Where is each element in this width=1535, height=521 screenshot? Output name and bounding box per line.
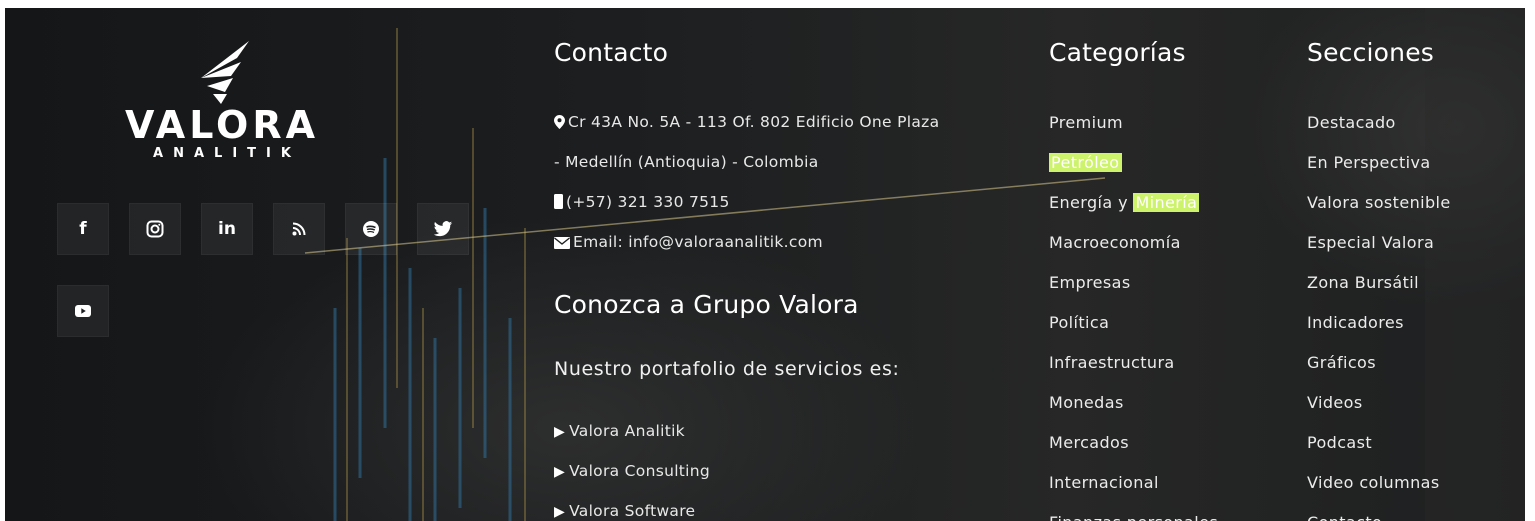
seccion-en-perspectiva[interactable]: En Perspectiva bbox=[1307, 152, 1431, 174]
seccion-zona-bursatil[interactable]: Zona Bursátil bbox=[1307, 272, 1419, 294]
rss-button[interactable] bbox=[273, 203, 325, 255]
seccion-destacado[interactable]: Destacado bbox=[1307, 112, 1396, 134]
seccion-podcast[interactable]: Podcast bbox=[1307, 432, 1372, 454]
instagram-icon bbox=[146, 220, 164, 238]
categoria-empresas[interactable]: Empresas bbox=[1049, 272, 1131, 294]
categoria-politica[interactable]: Política bbox=[1049, 312, 1109, 334]
youtube-icon bbox=[75, 305, 91, 317]
categoria-petroleo[interactable]: Petróleo bbox=[1049, 152, 1122, 174]
contacto-title: Contacto bbox=[554, 38, 669, 67]
address-line-2: - Medellín (Antioquia) - Colombia bbox=[554, 153, 819, 171]
grupo-item-software[interactable]: ▶ Valora Software bbox=[554, 502, 695, 520]
brand-logo[interactable]: VALORA ANALITIK bbox=[117, 38, 327, 161]
play-arrow-icon: ▶ bbox=[554, 424, 566, 440]
seccion-contacto[interactable]: Contacto bbox=[1307, 512, 1382, 521]
envelope-icon bbox=[554, 237, 570, 249]
phone-icon bbox=[554, 194, 563, 209]
categoria-macroeconomia[interactable]: Macroeconomía bbox=[1049, 232, 1181, 254]
categoria-mercados[interactable]: Mercados bbox=[1049, 432, 1129, 454]
categoria-monedas[interactable]: Monedas bbox=[1049, 392, 1124, 414]
grupo-subtitle: Nuestro portafolio de servicios es: bbox=[554, 358, 900, 380]
secciones-title: Secciones bbox=[1307, 38, 1435, 67]
logo-mark-icon bbox=[201, 41, 249, 104]
seccion-videos[interactable]: Videos bbox=[1307, 392, 1363, 414]
categoria-infraestructura[interactable]: Infraestructura bbox=[1049, 352, 1175, 374]
grupo-item-analitik[interactable]: ▶ Valora Analitik bbox=[554, 422, 685, 440]
linkedin-button[interactable]: in bbox=[201, 203, 253, 255]
facebook-icon: f bbox=[79, 219, 87, 239]
facebook-button[interactable]: f bbox=[57, 203, 109, 255]
categoria-finanzas[interactable]: Finanzas personales bbox=[1049, 512, 1218, 521]
spotify-icon bbox=[363, 221, 379, 237]
spotify-button[interactable] bbox=[345, 203, 397, 255]
categoria-internacional[interactable]: Internacional bbox=[1049, 472, 1159, 494]
seccion-valora-sostenible[interactable]: Valora sostenible bbox=[1307, 192, 1451, 214]
play-arrow-icon: ▶ bbox=[554, 504, 566, 520]
twitter-button[interactable] bbox=[417, 203, 469, 255]
instagram-button[interactable] bbox=[129, 203, 181, 255]
play-arrow-icon: ▶ bbox=[554, 464, 566, 480]
phone-line[interactable]: (+57) 321 330 7515 bbox=[554, 193, 730, 211]
seccion-video-columnas[interactable]: Video columnas bbox=[1307, 472, 1440, 494]
categoria-premium[interactable]: Premium bbox=[1049, 112, 1123, 134]
linkedin-icon: in bbox=[218, 219, 236, 239]
email-line[interactable]: Email: info@valoraanalitik.com bbox=[554, 233, 823, 251]
site-footer: VALORA ANALITIK f in Contacto Cr 43A No.… bbox=[5, 8, 1525, 521]
rss-icon bbox=[292, 222, 306, 236]
youtube-button[interactable] bbox=[57, 285, 109, 337]
categorias-title: Categorías bbox=[1049, 38, 1186, 67]
search-highlight: Minería bbox=[1133, 193, 1200, 212]
address-line-1: Cr 43A No. 5A - 113 Of. 802 Edificio One… bbox=[554, 113, 939, 131]
seccion-indicadores[interactable]: Indicadores bbox=[1307, 312, 1404, 334]
twitter-icon bbox=[433, 220, 453, 236]
grupo-item-consulting[interactable]: ▶ Valora Consulting bbox=[554, 462, 710, 480]
seccion-graficos[interactable]: Gráficos bbox=[1307, 352, 1376, 374]
map-marker-icon bbox=[554, 115, 565, 129]
brand-subtitle: ANALITIK bbox=[153, 146, 301, 161]
brand-name: VALORA bbox=[124, 103, 320, 147]
seccion-especial-valora[interactable]: Especial Valora bbox=[1307, 232, 1434, 254]
search-highlight: Petróleo bbox=[1049, 153, 1122, 172]
grupo-title: Conozca a Grupo Valora bbox=[554, 290, 859, 319]
categoria-energia-mineria[interactable]: Energía y Minería bbox=[1049, 192, 1200, 214]
